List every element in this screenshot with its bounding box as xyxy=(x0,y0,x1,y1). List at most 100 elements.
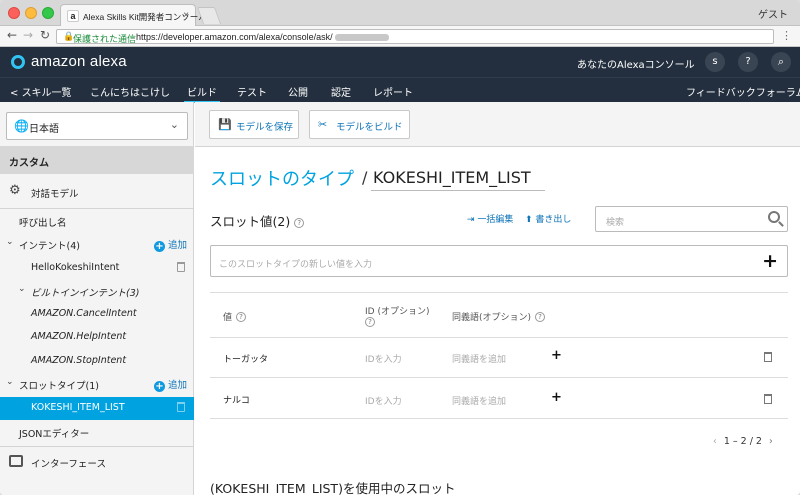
tab-publish[interactable]: 公開 xyxy=(288,84,308,99)
slot-type-name-field[interactable]: KOKESHI_ITEM_LIST xyxy=(371,168,545,191)
sidebar-item-label: HelloKokeshiIntent xyxy=(31,262,120,273)
language-select[interactable]: 🌐 日本語 ⌄ xyxy=(6,112,188,140)
sidebar-item-label: AMAZON.HelpIntent xyxy=(31,331,127,342)
address-bar: ← → ↻ 🔒 保護された通信 https://developer.amazon… xyxy=(0,26,800,47)
sidebar-item-helpintent[interactable]: AMAZON.HelpIntent xyxy=(0,326,194,348)
user-avatar[interactable]: s xyxy=(705,52,725,72)
tools-icon: ✂ xyxy=(318,118,328,131)
sidebar-item-slot-types[interactable]: ⌄ スロットタイプ(1) + 追加 xyxy=(0,373,194,395)
id-input[interactable]: IDを入力 xyxy=(365,394,402,407)
save-model-button[interactable]: 💾 モデルを保存 xyxy=(209,110,299,139)
language-label: 日本語 xyxy=(29,124,59,135)
sidebar-item-label: JSONエディター xyxy=(19,429,90,440)
table-top-border xyxy=(210,292,788,293)
help-icon[interactable]: ? xyxy=(535,312,546,322)
sidebar-item-invocation[interactable]: 呼び出し名 xyxy=(0,210,194,232)
sidebar-item-label: KOKESHI_ITEM_LIST xyxy=(31,402,125,413)
trash-icon[interactable] xyxy=(764,394,772,404)
tab-bar: a Alexa Skills Kit開発者コンソール × ゲスト xyxy=(0,0,800,27)
reload-icon[interactable]: ↻ xyxy=(37,28,53,42)
slot-value-cell[interactable]: トーガッタ xyxy=(223,352,268,365)
id-input[interactable]: IDを入力 xyxy=(365,352,402,365)
page-title: スロットのタイプ xyxy=(210,169,354,190)
column-header-value: 値? xyxy=(223,310,247,323)
help-icon[interactable]: ? xyxy=(365,317,375,327)
browser-tab[interactable]: a Alexa Skills Kit開発者コンソール × xyxy=(60,4,207,27)
trash-icon[interactable] xyxy=(177,262,185,272)
tab-report[interactable]: レポート xyxy=(373,84,413,99)
title-separator: / xyxy=(362,168,368,187)
sidebar-item-builtin-intents[interactable]: ⌄ ビルトインインテント(3) xyxy=(0,280,194,302)
save-model-label: モデルを保存 xyxy=(236,122,294,133)
tab-close-icon[interactable]: × xyxy=(183,10,189,21)
console-link[interactable]: あなたのAlexaコンソール xyxy=(577,56,695,71)
build-model-button[interactable]: ✂ モデルをビルド xyxy=(309,110,410,139)
new-value-placeholder: このスロットタイプの新しい値を入力 xyxy=(219,260,373,270)
tab-certification[interactable]: 認定 xyxy=(331,84,351,99)
guest-profile[interactable]: ゲスト xyxy=(758,6,788,21)
next-page-icon[interactable]: › xyxy=(769,436,773,447)
search-placeholder: 検索 xyxy=(606,218,625,228)
skill-name: こんにちはこけし xyxy=(90,88,170,99)
export-link[interactable]: ⬆ 書き出し xyxy=(525,212,571,225)
zoom-window-button[interactable] xyxy=(42,7,54,19)
interface-icon xyxy=(9,455,23,467)
page-range: 1 – 2 / 2 xyxy=(723,436,762,447)
url-field[interactable]: 🔒 保護された通信 https://developer.amazon.com/a… xyxy=(56,29,774,44)
alexa-header: amazon alexa あなたのAlexaコンソール s ? ⌕ xyxy=(0,47,800,77)
sidebar-item-json-editor[interactable]: JSONエディター xyxy=(0,421,194,443)
slot-value-cell[interactable]: ナルコ xyxy=(223,393,250,406)
prev-page-icon[interactable]: ‹ xyxy=(713,436,717,447)
add-slot-type-button[interactable]: + 追加 xyxy=(153,377,187,392)
add-value-plus-icon[interactable]: + xyxy=(762,250,778,272)
chevron-down-icon: ⌄ xyxy=(6,377,14,387)
sidebar-item-hellokokeshiintent[interactable]: HelloKokeshiIntent xyxy=(0,257,194,279)
url-text: https://developer.amazon.com/alexa/conso… xyxy=(136,32,389,42)
row-divider xyxy=(210,418,788,419)
redacted-id xyxy=(334,34,389,42)
globe-icon: 🌐 xyxy=(14,119,29,133)
minimize-window-button[interactable] xyxy=(25,7,37,19)
sidebar-item-cancelintent[interactable]: AMAZON.CancelIntent xyxy=(0,303,194,325)
save-icon: 💾 xyxy=(218,118,232,131)
search-icon[interactable] xyxy=(768,211,780,223)
sidebar-item-label: スロットタイプ(1) xyxy=(19,381,99,392)
sidebar-item-interaction-model[interactable]: ⚙ 対話モデル xyxy=(0,180,194,204)
forward-arrow-icon[interactable]: → xyxy=(20,28,36,42)
back-label: スキル一覧 xyxy=(21,88,72,99)
sidebar-item-stopintent[interactable]: AMAZON.StopIntent xyxy=(0,350,194,372)
section-label: カスタム xyxy=(9,158,49,169)
add-synonym-icon[interactable]: + xyxy=(551,348,562,363)
alexa-logo-text[interactable]: amazon alexa xyxy=(31,53,127,70)
new-value-input[interactable]: このスロットタイプの新しい値を入力 + xyxy=(210,245,788,277)
feedback-forum-link[interactable]: フィードバックフォーラム xyxy=(686,84,800,99)
help-icon[interactable]: ? xyxy=(236,312,247,322)
heading-label: スロット値(2) xyxy=(210,214,291,229)
sidebar-item-kokeshi-item-list[interactable]: KOKESHI_ITEM_LIST xyxy=(0,397,194,420)
tab-test[interactable]: テスト xyxy=(237,84,267,99)
trash-icon[interactable] xyxy=(177,402,185,412)
browser-menu-icon[interactable]: ⋮ xyxy=(781,29,792,42)
back-arrow-icon[interactable]: ← xyxy=(4,28,20,42)
close-window-button[interactable] xyxy=(8,7,20,19)
synonym-input[interactable]: 同義語を追加 xyxy=(452,394,506,407)
bulk-edit-link[interactable]: ⇥ 一括編集 xyxy=(467,212,513,225)
trash-icon[interactable] xyxy=(764,352,772,362)
sidebar-item-interfaces[interactable]: インターフェース xyxy=(0,450,194,474)
column-header-id: ID (オプション)? xyxy=(365,304,429,328)
chevron-down-icon: ⌄ xyxy=(18,284,26,294)
main-content: 💾 モデルを保存 ✂ モデルをビルド スロットのタイプ / KOKESHI_IT… xyxy=(195,102,800,495)
add-intent-button[interactable]: + 追加 xyxy=(153,237,187,252)
synonym-input[interactable]: 同義語を追加 xyxy=(452,352,506,365)
help-icon[interactable]: ? xyxy=(294,218,305,228)
column-label: 値 xyxy=(223,313,233,323)
search-icon[interactable]: ⌕ xyxy=(771,52,791,72)
add-synonym-icon[interactable]: + xyxy=(551,390,562,405)
sidebar-item-intents[interactable]: ⌄ インテント(4) + 追加 xyxy=(0,233,194,255)
search-input[interactable]: 検索 xyxy=(595,206,788,232)
back-to-skills-link[interactable]: < スキル一覧 xyxy=(10,84,72,99)
slot-usage-heading: (KOKESHI_ITEM_LIST)を使用中のスロット xyxy=(210,481,456,495)
sidebar-item-label: 呼び出し名 xyxy=(19,218,67,229)
help-icon[interactable]: ? xyxy=(738,52,758,72)
tab-build[interactable]: ビルド xyxy=(184,84,220,103)
